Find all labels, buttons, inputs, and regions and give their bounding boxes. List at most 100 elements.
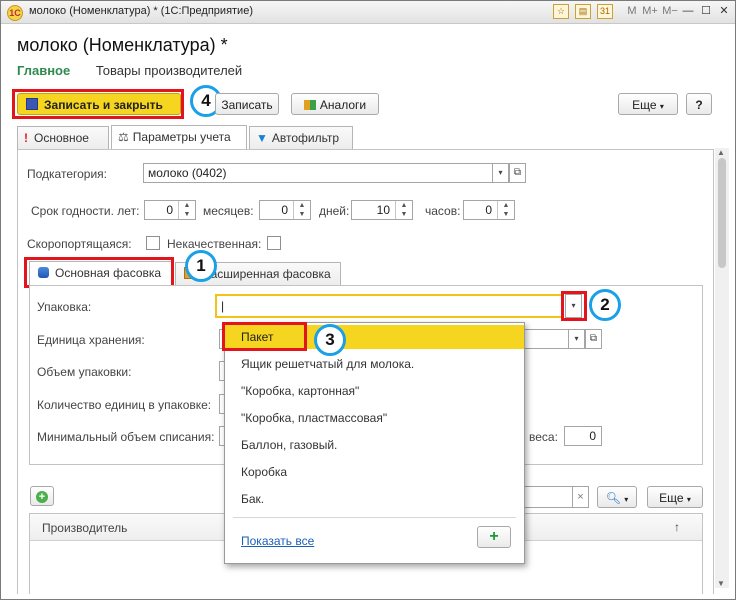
minimize-button[interactable]: — <box>681 4 695 19</box>
sort-arrow-icon[interactable]: ↑ <box>674 520 680 534</box>
days-input[interactable]: 10 ▲ ▼ <box>351 200 413 220</box>
packaging-label: Упаковка: <box>37 300 92 314</box>
weight-label: веса: <box>529 430 558 444</box>
list-item[interactable]: "Коробка, картонная" <box>225 379 524 403</box>
tab-autofilter[interactable]: ▼ Автофильтр <box>249 126 353 150</box>
highlight-box-2 <box>561 291 587 321</box>
subtab-extended-packing-label: Расширенная фасовка <box>203 267 331 281</box>
memory-m-button[interactable]: M <box>625 4 639 19</box>
chevron-down-icon: ▾ <box>624 495 629 504</box>
months-value: 0 <box>281 203 288 217</box>
analogs-icon <box>303 100 316 110</box>
volume-label: Объем упаковки: <box>37 365 132 379</box>
title-bar: 1C молоко (Номенклатура) * (1С:Предприят… <box>1 1 735 24</box>
tab-basic[interactable]: ! Основное <box>17 126 109 150</box>
open-link-icon[interactable]: ⧉ <box>509 163 526 183</box>
maximize-button[interactable]: ☐ <box>699 4 713 19</box>
tab-accounting-params[interactable]: ⚖ Параметры учета <box>111 125 247 150</box>
add-producer-button[interactable]: + <box>30 486 54 506</box>
years-value: 0 <box>166 203 173 217</box>
app-1c-icon: 1C <box>7 5 23 21</box>
nav-producer-goods[interactable]: Товары производителей <box>96 63 242 78</box>
memory-minus-button[interactable]: M− <box>661 4 679 19</box>
min-write-off-label: Минимальный объем списания: <box>37 430 215 444</box>
window-title: молоко (Номенклатура) * (1С:Предприятие) <box>29 5 253 17</box>
save-button[interactable]: Записать <box>215 93 279 115</box>
list-item[interactable]: Бак. <box>225 487 524 511</box>
filter-icon: ▼ <box>256 131 268 145</box>
weight-input[interactable]: 0 <box>564 426 602 446</box>
scroll-up-icon[interactable]: ▲ <box>717 148 725 157</box>
clear-search-button[interactable]: × <box>572 486 589 508</box>
plus-circle-icon: + <box>36 491 48 503</box>
years-input[interactable]: 0 ▲ ▼ <box>144 200 196 220</box>
scroll-down-icon[interactable]: ▼ <box>717 579 725 588</box>
days-label: дней: <box>319 204 350 218</box>
packaging-dropdown-list: Пакет Ящик решетчатый для молока. "Короб… <box>224 322 525 564</box>
section-nav: Главное Товары производителей <box>17 63 242 78</box>
save-icon[interactable]: ▤ <box>575 4 591 19</box>
hours-label: часов: <box>425 204 461 218</box>
highlight-box-4 <box>12 89 184 119</box>
exclamation-icon: ! <box>24 131 28 145</box>
step-badge-1: 1 <box>185 250 217 282</box>
column-producer[interactable]: Производитель <box>42 521 127 535</box>
packaging-input[interactable]: | <box>215 294 564 318</box>
divider <box>233 517 516 518</box>
subcategory-dropdown-button[interactable]: ▾ <box>492 163 509 183</box>
vertical-scrollbar[interactable]: ▲ ▼ <box>715 148 729 588</box>
substandard-checkbox[interactable] <box>267 236 281 250</box>
tab-basic-label: Основное <box>34 131 89 145</box>
spinner-icon[interactable]: ▲ ▼ <box>293 201 310 219</box>
hours-value: 0 <box>485 203 492 217</box>
step-badge-3: 3 <box>314 324 346 356</box>
tab-accounting-params-label: Параметры учета <box>132 130 231 144</box>
substandard-label: Некачественная: <box>167 237 262 251</box>
list-item[interactable]: Ящик решетчатый для молока. <box>225 352 524 376</box>
perishable-checkbox[interactable] <box>146 236 160 250</box>
help-button[interactable]: ? <box>686 93 712 115</box>
more-label: Еще <box>632 98 657 112</box>
hours-input[interactable]: 0 ▲ ▼ <box>463 200 515 220</box>
list-item[interactable]: "Коробка, пластмассовая" <box>225 406 524 430</box>
spinner-icon[interactable]: ▲ ▼ <box>497 201 514 219</box>
producers-more-label: Еще <box>659 491 684 505</box>
producers-more-button[interactable]: Еще ▾ <box>647 486 703 508</box>
subcategory-field[interactable]: молоко (0402) <box>143 163 493 183</box>
text-cursor: | <box>221 299 225 313</box>
scrollbar-thumb[interactable] <box>718 158 726 268</box>
more-button[interactable]: Еще ▾ <box>618 93 678 115</box>
chevron-down-icon: ▾ <box>659 102 664 111</box>
days-value: 10 <box>376 203 390 217</box>
perishable-label: Скоропортящаяся: <box>27 237 132 251</box>
favorites-icon[interactable]: ☆ <box>553 4 569 19</box>
add-new-button[interactable]: + <box>477 526 511 548</box>
months-input[interactable]: 0 ▲ ▼ <box>259 200 311 220</box>
tab-autofilter-label: Автофильтр <box>271 131 340 145</box>
list-item[interactable]: Баллон, газовый. <box>225 433 524 457</box>
highlight-box-1 <box>24 257 174 288</box>
show-all-link[interactable]: Показать все <box>241 534 314 548</box>
memory-plus-button[interactable]: M+ <box>641 4 659 19</box>
storage-unit-dropdown-button[interactable]: ▾ <box>568 329 585 349</box>
analogs-label: Аналоги <box>319 98 367 112</box>
nav-main[interactable]: Главное <box>17 63 70 78</box>
search-button[interactable]: 🔍︎ ▾ <box>597 486 637 508</box>
spinner-icon[interactable]: ▲ ▼ <box>395 201 412 219</box>
producers-search-input[interactable] <box>521 486 573 508</box>
chevron-down-icon: ▾ <box>686 495 691 504</box>
search-icon: 🔍︎ <box>605 491 621 505</box>
app-window: 1C молоко (Номенклатура) * (1С:Предприят… <box>0 0 736 600</box>
subcategory-label: Подкатегория: <box>27 167 107 181</box>
storage-unit-label: Единица хранения: <box>37 333 145 347</box>
open-link-icon[interactable]: ⧉ <box>585 329 602 349</box>
close-button[interactable]: ✕ <box>717 4 731 19</box>
highlight-box-3 <box>222 322 307 351</box>
list-item[interactable]: Коробка <box>225 460 524 484</box>
scales-icon: ⚖ <box>118 130 129 144</box>
analogs-button[interactable]: Аналоги <box>291 93 379 115</box>
spinner-icon[interactable]: ▲ ▼ <box>178 201 195 219</box>
shelf-life-years-label: Срок годности. лет: <box>31 204 140 218</box>
calendar-icon[interactable]: 31 <box>597 4 613 19</box>
qty-in-pack-label: Количество единиц в упаковке: <box>37 398 212 412</box>
